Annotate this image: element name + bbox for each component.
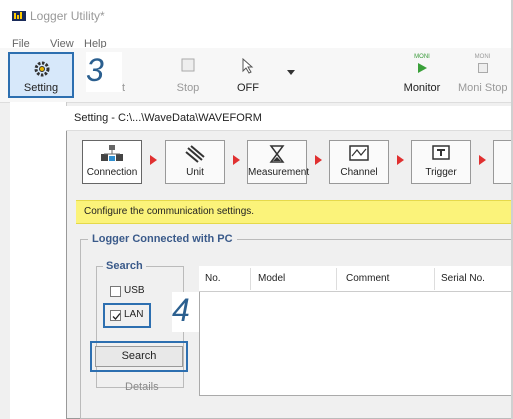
step-measurement-label: Measurement <box>248 167 310 178</box>
window-title: Logger Utility* <box>30 9 105 23</box>
step-trigger-label: Trigger <box>425 167 457 178</box>
play-icon <box>418 63 427 73</box>
start-button[interactable]: t <box>98 52 158 98</box>
start-button-label: t <box>122 82 126 94</box>
menu-bar <box>0 30 513 48</box>
pointer-icon <box>242 58 254 74</box>
step-arrow-icon <box>315 155 322 165</box>
callout-step-4: 4 <box>172 292 202 332</box>
chevron-down-icon[interactable] <box>287 70 295 75</box>
step-arrow-icon <box>233 155 240 165</box>
monitor-button[interactable]: MONI Monitor <box>392 52 452 98</box>
step-arrow-icon <box>479 155 486 165</box>
column-header-serial[interactable]: Serial No. <box>441 273 485 284</box>
details-button-label[interactable]: Details <box>125 381 159 393</box>
step-trigger[interactable]: Trigger <box>411 140 471 184</box>
setting-button[interactable]: Setting <box>8 52 74 98</box>
logger-group-title: Logger Connected with PC <box>88 233 237 245</box>
setting-button-label: Setting <box>23 82 59 94</box>
off-button[interactable]: OFF <box>218 52 278 98</box>
stop-button-label: Stop <box>176 82 200 94</box>
lan-checkbox[interactable] <box>110 310 121 321</box>
stop-icon <box>477 63 488 73</box>
column-separator <box>434 268 435 290</box>
usb-checkbox[interactable] <box>110 286 121 297</box>
moni-stop-button-label: Moni Stop <box>458 82 508 94</box>
step-arrow-icon <box>397 155 404 165</box>
step-channel-label: Channel <box>340 167 378 178</box>
step-unit-label: Unit <box>186 167 204 178</box>
column-header-comment[interactable]: Comment <box>346 273 389 284</box>
stop-button[interactable]: Stop <box>158 52 218 98</box>
step-measurement[interactable]: Measurement <box>247 140 310 184</box>
usb-label: USB <box>124 285 145 296</box>
checkmark-icon <box>112 313 121 320</box>
logger-utility-app-icon <box>12 11 26 21</box>
step-next-partial[interactable] <box>493 140 513 184</box>
gear-icon <box>34 61 50 77</box>
step-channel[interactable]: Channel <box>329 140 389 184</box>
hourglass-icon <box>269 145 285 163</box>
column-header-no[interactable]: No. <box>205 273 221 284</box>
channel-icon <box>349 145 369 161</box>
off-button-label: OFF <box>237 82 259 94</box>
moni-stop-tag: MONI <box>474 54 491 60</box>
column-separator <box>336 268 337 290</box>
search-button[interactable]: Search <box>95 346 183 367</box>
left-pane <box>10 102 67 419</box>
column-separator <box>250 268 251 290</box>
monitor-button-label: Monitor <box>403 82 441 94</box>
unit-icon <box>185 145 205 163</box>
dialog-title: Setting - C:\...\WaveData\WAVEFORM <box>74 112 262 124</box>
trigger-icon <box>432 145 450 160</box>
connection-icon <box>101 145 123 161</box>
step-connection[interactable]: Connection <box>82 140 142 184</box>
step-connection-label: Connection <box>86 167 138 178</box>
dialog-title-bar: Setting - C:\...\WaveData\WAVEFORM <box>66 106 513 131</box>
column-header-model[interactable]: Model <box>258 273 285 284</box>
monitor-tag: MONI <box>414 54 430 60</box>
stop-icon <box>181 58 195 72</box>
search-group-title: Search <box>103 260 146 272</box>
step-arrow-icon <box>150 155 157 165</box>
moni-stop-button[interactable]: MONI Moni Stop <box>452 52 513 98</box>
step-unit[interactable]: Unit <box>165 140 225 184</box>
info-message: Configure the communication settings. <box>84 206 255 217</box>
lan-label: LAN <box>124 309 144 320</box>
